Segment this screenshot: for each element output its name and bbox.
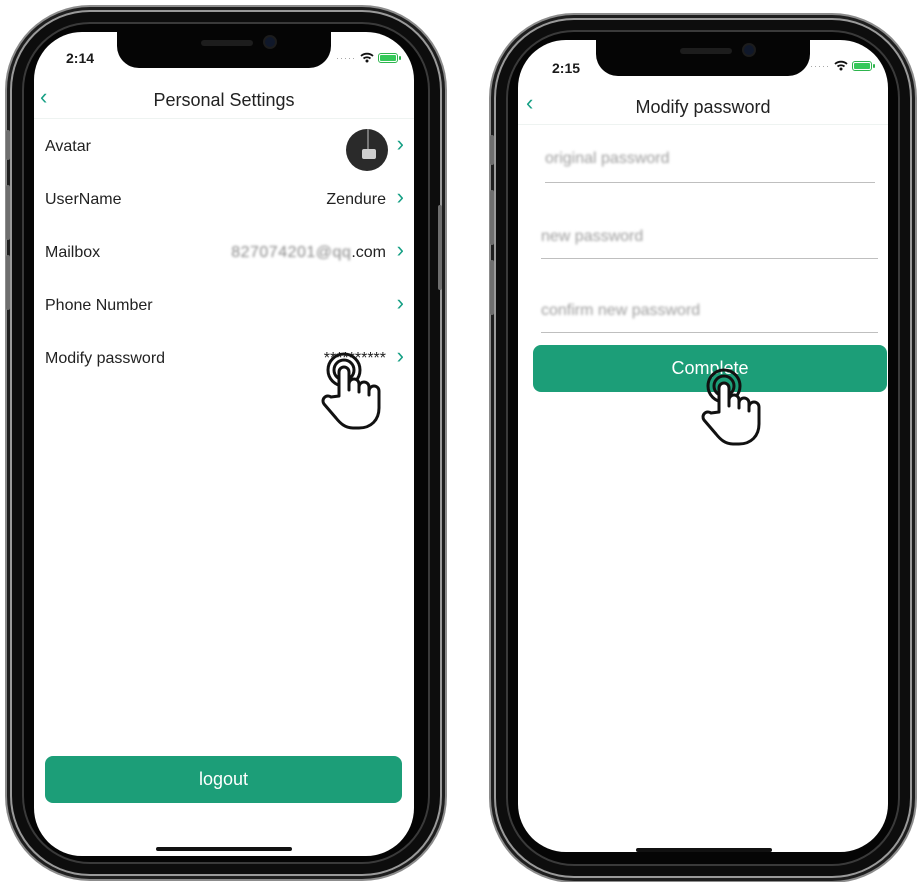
- row-label: Avatar: [45, 138, 91, 155]
- row-label: UserName: [45, 191, 122, 208]
- row-mailbox[interactable]: Mailbox 827074201@qq.com ›: [34, 229, 414, 282]
- page-title: Modify password: [635, 97, 771, 117]
- mailbox-domain: .com: [351, 244, 386, 261]
- notch: [596, 40, 810, 76]
- signal-icon: ·····: [810, 60, 830, 71]
- chevron-right-icon: ›: [396, 237, 404, 262]
- original-password-field[interactable]: [545, 150, 875, 183]
- chevron-right-icon: ›: [396, 131, 404, 156]
- row-label: Mailbox: [45, 244, 101, 261]
- avatar: [346, 129, 388, 171]
- row-label: Phone Number: [45, 297, 153, 314]
- logout-button[interactable]: logout: [45, 756, 402, 803]
- battery-icon: [378, 52, 401, 63]
- row-username[interactable]: UserName Zendure ›: [34, 176, 414, 229]
- screen-personal-settings: 2:14 ····· ‹ Personal Settings Avatar › …: [34, 32, 414, 856]
- status-icons: ·····: [336, 52, 401, 63]
- logout-label: logout: [198, 769, 249, 789]
- home-indicator: [156, 847, 292, 851]
- new-password-input[interactable]: [541, 228, 878, 246]
- original-password-input[interactable]: [545, 150, 875, 168]
- side-button: [490, 135, 494, 165]
- status-time: 2:14: [66, 50, 95, 66]
- username-value: Zendure: [326, 191, 386, 208]
- chevron-right-icon: ›: [396, 343, 404, 368]
- home-indicator: [636, 848, 772, 852]
- notch: [117, 32, 331, 68]
- page-title: Personal Settings: [153, 90, 295, 110]
- wifi-icon: [834, 60, 848, 71]
- signal-icon: ·····: [336, 52, 356, 63]
- chevron-right-icon: ›: [396, 184, 404, 209]
- row-avatar[interactable]: Avatar ›: [34, 123, 414, 176]
- mailbox-value: 827074201@qq.com: [231, 244, 386, 262]
- row-label: Modify password: [45, 350, 166, 367]
- chevron-right-icon: ›: [396, 290, 404, 315]
- mailbox-blurred: 827074201@qq: [231, 244, 352, 261]
- side-button: [490, 190, 494, 245]
- side-button: [6, 255, 10, 310]
- nav-bar: ‹ Personal Settings: [34, 80, 414, 119]
- battery-icon: [852, 60, 875, 71]
- side-button: [438, 205, 442, 290]
- nav-bar: ‹ Modify password: [518, 88, 888, 125]
- tap-hand-icon: [701, 368, 761, 446]
- side-button: [490, 260, 494, 315]
- confirm-password-field[interactable]: [541, 302, 878, 333]
- side-button: [6, 130, 10, 160]
- row-phone-number[interactable]: Phone Number ›: [34, 282, 414, 335]
- confirm-password-input[interactable]: [541, 302, 878, 320]
- status-icons: ·····: [810, 60, 875, 71]
- status-time: 2:15: [552, 60, 581, 76]
- new-password-field[interactable]: [541, 228, 878, 259]
- side-button: [6, 185, 10, 240]
- tap-hand-icon: [321, 352, 381, 430]
- wifi-icon: [360, 52, 374, 63]
